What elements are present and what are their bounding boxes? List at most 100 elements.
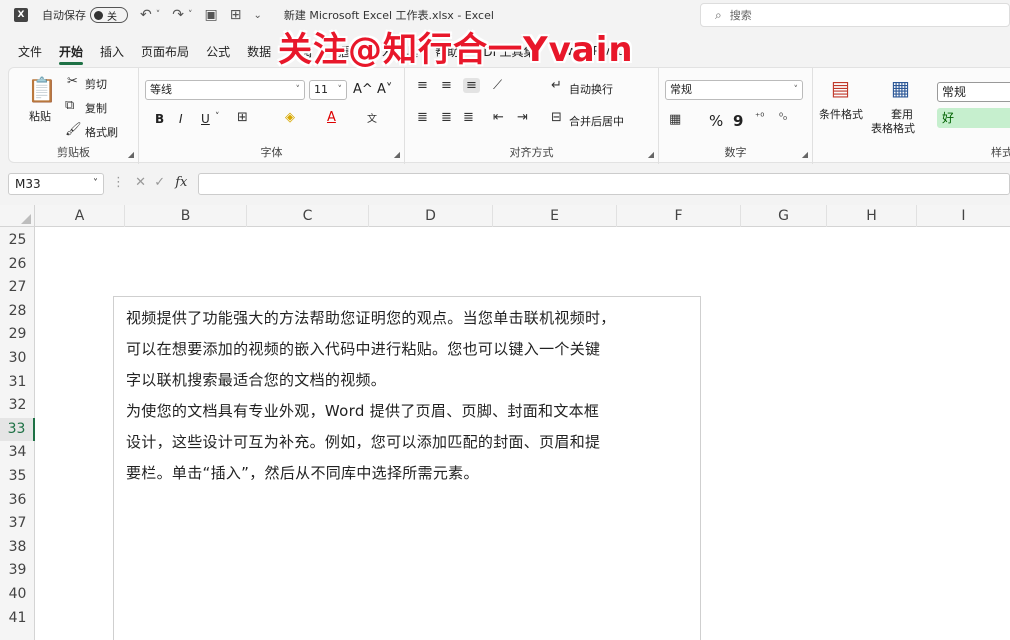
conditional-format-icon[interactable]: ▤ [831,76,850,100]
chevron-down-icon: ˅ [93,178,98,189]
row-header[interactable]: 32 [0,394,35,418]
row-header[interactable]: 38 [0,536,35,560]
autosave-toggle[interactable]: 关 [90,7,128,23]
merge-center-icon[interactable]: ⊟ [551,110,562,125]
align-bottom-icon[interactable]: ≡ [463,78,480,93]
name-box[interactable]: M33 ˅ [8,173,104,195]
table-format-icon[interactable]: ▦ [891,76,910,100]
redo-dropdown-icon[interactable]: ˅ [188,10,193,20]
underline-button[interactable]: U [201,112,210,126]
column-header[interactable]: E [493,205,617,227]
tab-insert[interactable]: 插入 [100,43,124,60]
row-header[interactable]: 30 [0,347,35,371]
tab-formulas[interactable]: 公式 [206,43,230,60]
style-normal[interactable]: 常规 [937,82,1010,102]
row-header[interactable]: 29 [0,323,35,347]
customize-toolbar-icon[interactable]: ⌄ [253,10,261,21]
format-painter-icon[interactable]: 🖌 [65,122,82,137]
font-name-select[interactable]: 等线 ˅ [145,80,305,100]
column-header[interactable]: H [827,205,917,227]
tab-data[interactable]: 数据 [247,43,271,60]
undo-icon[interactable]: ↶ [140,7,152,23]
paste-icon[interactable]: 📋 [27,76,57,104]
underline-dropdown-icon[interactable]: ˅ [215,112,220,122]
redo-icon[interactable]: ↷ [172,7,184,23]
fill-color-icon[interactable]: ◈ [285,110,295,125]
row-header[interactable]: 25 [0,229,35,253]
align-top-icon[interactable]: ≡ [417,78,428,93]
table-format-label-2[interactable]: 表格格式 [871,120,915,136]
row-header-active[interactable]: 33 [0,417,35,442]
quick-access-icon[interactable]: ⊞ [230,7,242,23]
align-left-icon[interactable]: ≣ [417,110,428,125]
conditional-format-button[interactable]: 条件格式 [819,106,863,122]
format-painter-button[interactable]: 格式刷 [85,124,118,140]
italic-button[interactable]: I [179,112,183,126]
align-middle-icon[interactable]: ≡ [441,78,452,93]
number-group: 常规 ˅ ▦ % 9 ⁺⁰ ⁰₀ 数字 ◢ [659,68,813,164]
save-icon[interactable]: ▣ [204,7,217,23]
search-box[interactable]: ⌕ 搜索 [700,3,1010,27]
cancel-icon[interactable]: ✕ [135,175,146,190]
copy-icon[interactable]: ⧉ [65,98,74,113]
percent-button[interactable]: % [709,112,723,130]
wrap-text-button[interactable]: 自动换行 [569,81,613,97]
style-good[interactable]: 好 [937,108,1010,128]
row-header[interactable]: 28 [0,300,35,324]
phonetic-icon[interactable]: 文 [367,110,377,125]
increase-indent-icon[interactable]: ⇥ [517,110,528,125]
select-all-corner[interactable] [0,205,35,227]
font-color-icon[interactable]: A [327,110,336,125]
row-header[interactable]: 41 [0,607,35,631]
number-launcher-icon[interactable]: ◢ [802,150,808,159]
row-header[interactable]: 40 [0,583,35,607]
column-header[interactable]: I [917,205,1010,227]
borders-icon[interactable]: ⊞ [237,110,248,125]
text-box[interactable]: 视频提供了功能强大的方法帮助您证明您的观点。当您单击联机视频时， 可以在想要添加… [113,296,701,640]
row-header[interactable]: 31 [0,371,35,395]
row-header[interactable]: 37 [0,512,35,536]
tab-page-layout[interactable]: 页面布局 [141,43,189,60]
column-header[interactable]: B [125,205,247,227]
tab-home[interactable]: 开始 [59,43,84,65]
font-launcher-icon[interactable]: ◢ [394,150,400,159]
row-header[interactable]: 39 [0,559,35,583]
align-center-icon[interactable]: ≣ [441,110,452,125]
accounting-format-icon[interactable]: ▦ [669,112,681,127]
row-header[interactable]: 27 [0,276,35,300]
increase-decimal-icon[interactable]: ⁺⁰ [755,112,764,123]
tab-file[interactable]: 文件 [18,43,42,60]
column-header[interactable]: F [617,205,741,227]
decrease-indent-icon[interactable]: ⇤ [493,110,504,125]
wrap-text-icon[interactable]: ↵ [551,78,562,93]
shrink-font-button[interactable]: A˅ [377,82,392,97]
column-header[interactable]: C [247,205,369,227]
row-header[interactable]: 36 [0,489,35,513]
cut-button[interactable]: 剪切 [85,76,107,92]
clipboard-launcher-icon[interactable]: ◢ [128,150,134,159]
copy-button[interactable]: 复制 [85,100,107,116]
comma-button[interactable]: 9 [733,112,743,130]
font-size-select[interactable]: 11 ˅ [309,80,347,100]
number-format-select[interactable]: 常规 ˅ [665,80,803,100]
cut-icon[interactable]: ✂ [67,74,78,89]
row-header[interactable]: 35 [0,465,35,489]
text-box-line: 字以联机搜索最适合您的文档的视频。 [126,371,387,389]
paste-button[interactable]: 粘贴 [29,108,51,124]
undo-dropdown-icon[interactable]: ˅ [156,10,161,20]
merge-center-button[interactable]: 合并后居中 [569,113,624,129]
grow-font-button[interactable]: A^ [353,82,373,97]
enter-icon[interactable]: ✓ [154,175,165,190]
row-header[interactable]: 26 [0,253,35,277]
row-header[interactable]: 34 [0,441,35,465]
column-header[interactable]: A [35,205,125,227]
insert-function-icon[interactable]: fx [175,175,187,190]
bold-button[interactable]: B [155,112,164,126]
orientation-icon[interactable]: ⟋ [493,78,502,93]
alignment-launcher-icon[interactable]: ◢ [648,150,654,159]
column-header[interactable]: G [741,205,827,227]
align-right-icon[interactable]: ≣ [463,110,474,125]
column-header[interactable]: D [369,205,493,227]
decrease-decimal-icon[interactable]: ⁰₀ [779,112,787,123]
formula-input[interactable] [198,173,1010,195]
